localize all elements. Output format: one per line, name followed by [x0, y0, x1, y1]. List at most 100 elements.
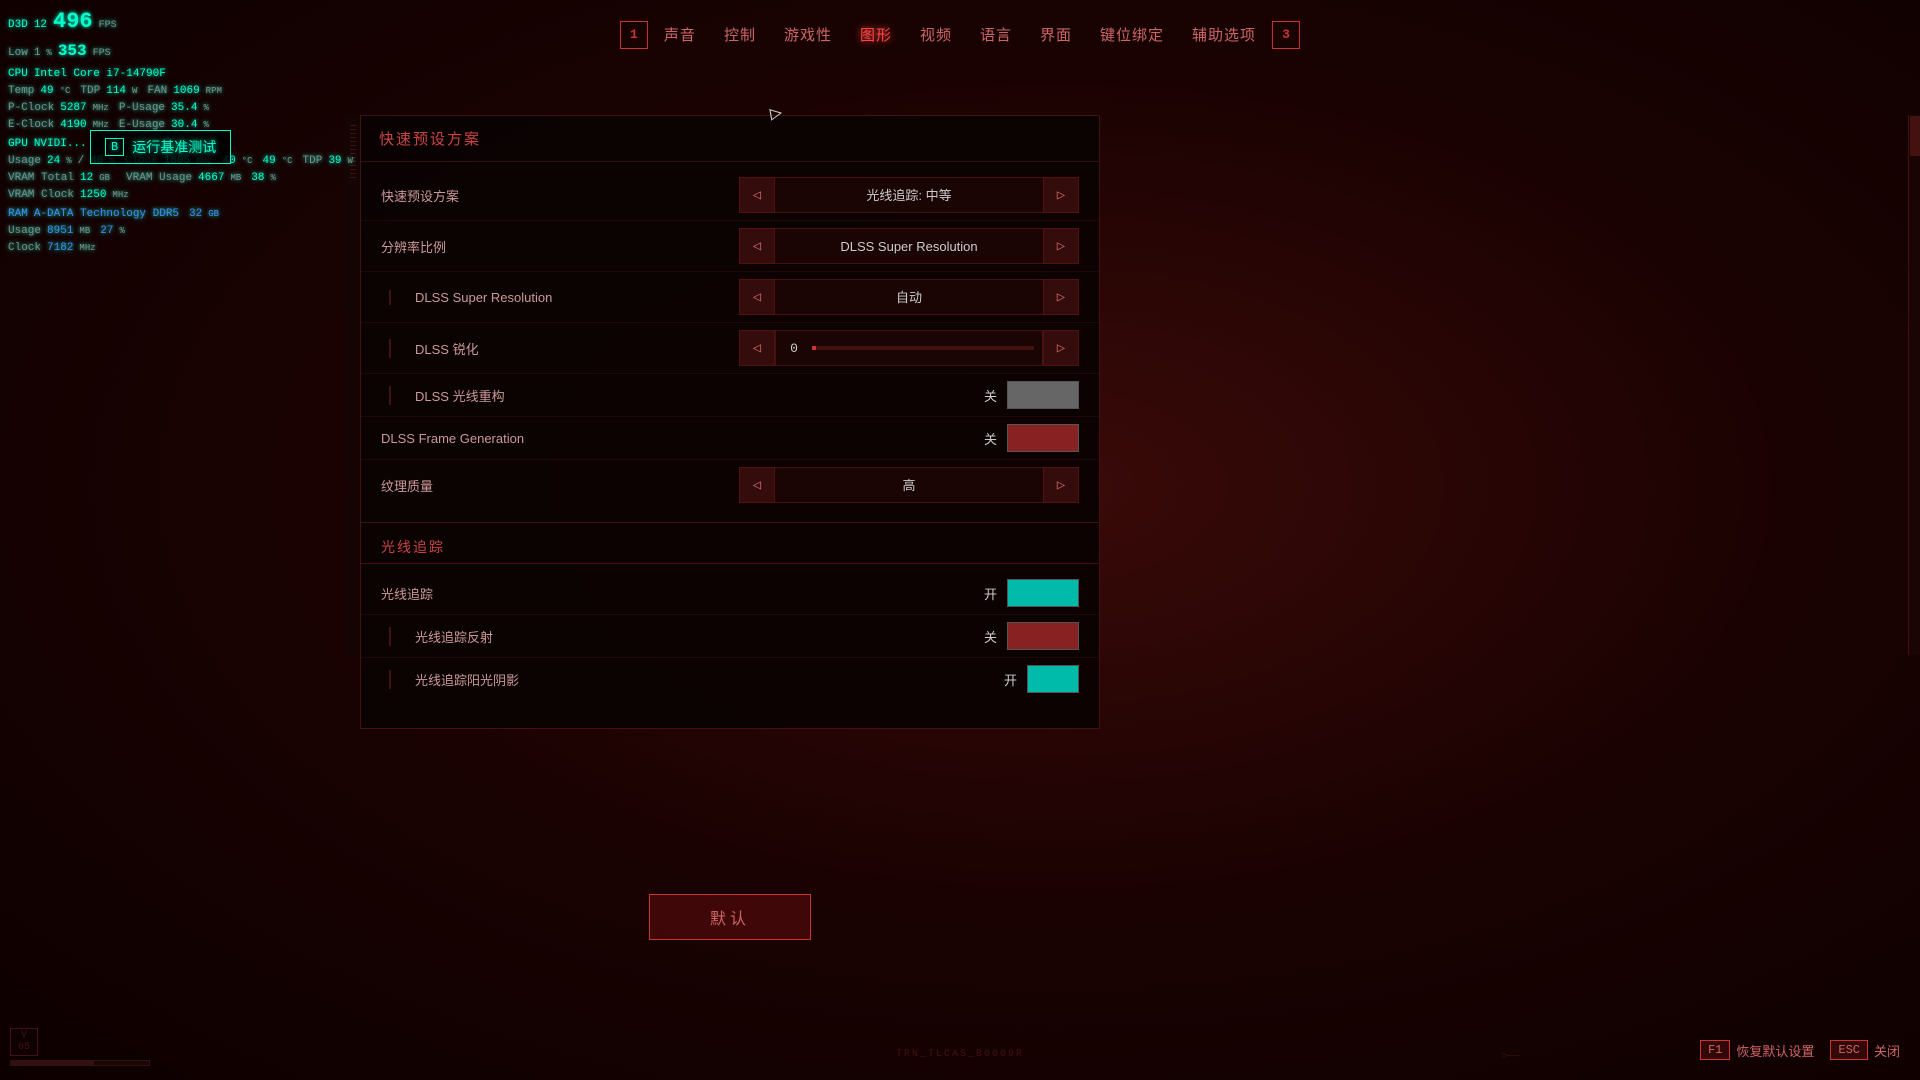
texture-row: 纹理质量 ◁ 高 ▷	[361, 460, 1099, 510]
restore-key-group: F1 恢复默认设置	[1700, 1040, 1814, 1060]
pclock-label: P-Clock	[8, 100, 54, 117]
dlss-sharpness-next-btn[interactable]: ▷	[1043, 330, 1079, 366]
rt-shadow-on-label: 开	[1004, 670, 1017, 689]
resolution-value: DLSS Super Resolution	[775, 228, 1043, 264]
d3d-label: D3D	[8, 17, 28, 34]
ram-clock-label: Clock	[8, 240, 41, 257]
gpu-temp2: 49	[262, 153, 275, 170]
nav-right-bracket: 3	[1272, 21, 1300, 49]
dlss-frame-toggle-container: 关	[984, 424, 1079, 452]
raytracing-toggle[interactable]	[1007, 579, 1079, 607]
nav-item-control[interactable]: 控制	[712, 20, 768, 49]
raytracing-on-label: 开	[984, 584, 997, 603]
dlss-resolution-row: DLSS Super Resolution ◁ 自动 ▷	[361, 272, 1099, 323]
dlss-sharpness-row: DLSS 锐化 ◁ 0 ▷	[361, 323, 1099, 374]
rt-shadow-label: 光线追踪阳光阴影	[389, 670, 1004, 689]
dlss-resolution-value: 自动	[775, 279, 1043, 315]
gpu-usage-val1: 24	[47, 153, 60, 170]
dlss-frame-toggle[interactable]	[1007, 424, 1079, 452]
ram-usage-pct: 27	[100, 223, 113, 240]
dlss-sharpness-prev-btn[interactable]: ◁	[739, 330, 775, 366]
nav-item-gameplay[interactable]: 游戏性	[772, 20, 844, 49]
texture-selector: ◁ 高 ▷	[739, 467, 1079, 503]
dlss-resolution-prev-btn[interactable]: ◁	[739, 279, 775, 315]
rt-shadow-toggle[interactable]	[1027, 665, 1079, 693]
settings-panel: 快速预设方案 快速预设方案 ◁ 光线追踪: 中等 ▷ 分辨率比例 ◁ DLSS …	[360, 115, 1100, 729]
nav-item-graphics[interactable]: 图形	[848, 20, 904, 49]
section-divider	[361, 522, 1099, 523]
dlss-frame-row: DLSS Frame Generation 关	[361, 417, 1099, 460]
gpu-name: NVIDI...	[34, 136, 87, 153]
preset-section-content: 快速预设方案 ◁ 光线追踪: 中等 ▷ 分辨率比例 ◁ DLSS Super R…	[361, 162, 1099, 518]
preset-label: 快速预设方案	[381, 186, 739, 205]
gpu-tdp-label: TDP	[303, 153, 323, 170]
gpu-usage-label: Usage	[8, 153, 41, 170]
cpu-tdp-label: TDP	[80, 83, 100, 100]
preset-next-btn[interactable]: ▷	[1043, 177, 1079, 213]
dlss-recon-label: DLSS 光线重构	[389, 386, 984, 405]
ram-label: RAM	[8, 206, 28, 223]
bottom-version: V 05	[10, 1028, 150, 1066]
dlss-sharpness-slider[interactable]: 0	[775, 330, 1043, 366]
vram-clock-val: 1250	[80, 187, 106, 204]
vram-clock-label: VRAM Clock	[8, 187, 74, 204]
scrollbar-track[interactable]	[1908, 115, 1920, 655]
pusage-val: 35.4	[171, 100, 197, 117]
top-nav: 1 声音 控制 游戏性 图形 视频 语言 界面 键位绑定 辅助选项 3	[620, 20, 1300, 49]
dlss-recon-row: DLSS 光线重构 关	[361, 374, 1099, 417]
default-button[interactable]: 默认	[649, 894, 811, 940]
raytracing-row: 光线追踪 开	[361, 572, 1099, 615]
ram-name: A-DATA Technology DDR5	[34, 206, 179, 223]
texture-value: 高	[775, 467, 1043, 503]
cpu-tdp-val: 114	[106, 83, 126, 100]
texture-next-btn[interactable]: ▷	[1043, 467, 1079, 503]
dlss-resolution-label: DLSS Super Resolution	[389, 290, 739, 305]
dlss-recon-toggle[interactable]	[1007, 381, 1079, 409]
dlss-frame-label: DLSS Frame Generation	[381, 431, 984, 446]
low-fps: 353	[58, 39, 87, 64]
rt-reflection-label: 光线追踪反射	[389, 627, 984, 646]
preset-prev-btn[interactable]: ◁	[739, 177, 775, 213]
preset-value: 光线追踪: 中等	[775, 177, 1043, 213]
dlss-recon-off-label: 关	[984, 386, 997, 405]
vram-usage-label: VRAM Usage	[126, 170, 192, 187]
rt-shadow-row: 光线追踪阳光阴影 开	[361, 658, 1099, 700]
resolution-next-btn[interactable]: ▷	[1043, 228, 1079, 264]
default-btn-area: 默认	[360, 894, 1100, 940]
close-key-badge: ESC	[1830, 1040, 1868, 1060]
gpu-tdp-val: 39	[328, 153, 341, 170]
nav-item-accessibility[interactable]: 辅助选项	[1180, 20, 1268, 49]
pclock-val: 5287	[60, 100, 86, 117]
nav-item-video[interactable]: 视频	[908, 20, 964, 49]
vram-total-label: VRAM Total	[8, 170, 74, 187]
nav-item-keybind[interactable]: 键位绑定	[1088, 20, 1176, 49]
bottom-right-arrow: ▷——	[1502, 1050, 1520, 1062]
ram-size: 32	[189, 206, 202, 223]
scrollbar-thumb[interactable]	[1910, 116, 1920, 156]
vram-usage-pct: 38	[251, 170, 264, 187]
fps-main: 496	[53, 5, 93, 39]
preset-section-header: 快速预设方案	[361, 116, 1099, 162]
resolution-prev-btn[interactable]: ◁	[739, 228, 775, 264]
rt-reflection-toggle[interactable]	[1007, 622, 1079, 650]
dlss-sharpness-selector: ◁ 0 ▷	[739, 330, 1079, 366]
texture-prev-btn[interactable]: ◁	[739, 467, 775, 503]
cpu-fan-label: FAN	[147, 83, 167, 100]
rt-shadow-toggle-container: 开	[1004, 665, 1079, 693]
d3d-value: 12	[34, 17, 47, 34]
resolution-row: 分辨率比例 ◁ DLSS Super Resolution ▷	[361, 221, 1099, 272]
low-fps-unit: FPS	[93, 46, 111, 62]
version-box: V 05	[10, 1028, 38, 1056]
nav-item-sound[interactable]: 声音	[652, 20, 708, 49]
vram-total-val: 12	[80, 170, 93, 187]
restore-key-badge: F1	[1700, 1040, 1730, 1060]
dlss-resolution-next-btn[interactable]: ▷	[1043, 279, 1079, 315]
cpu-name: Intel Core i7-14790F	[34, 66, 166, 83]
preset-row: 快速预设方案 ◁ 光线追踪: 中等 ▷	[361, 170, 1099, 221]
nav-item-language[interactable]: 语言	[968, 20, 1024, 49]
nav-item-ui[interactable]: 界面	[1028, 20, 1084, 49]
ram-usage-label: Usage	[8, 223, 41, 240]
low-sym: %	[46, 47, 51, 61]
low-label: Low	[8, 45, 28, 62]
cpu-temp-val: 49	[40, 83, 53, 100]
